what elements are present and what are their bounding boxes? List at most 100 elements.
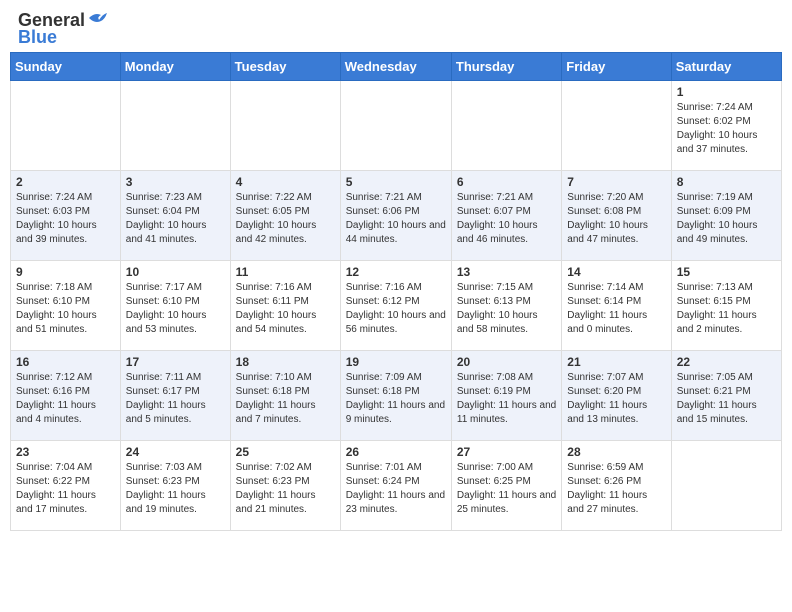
calendar-cell: 16 Sunrise: 7:12 AM Sunset: 6:16 PM Dayli…	[11, 351, 121, 441]
calendar-cell: 7Sunrise: 7:20 AM Sunset: 6:08 PM Daylig…	[562, 171, 671, 261]
day-info: Sunrise: 7:05 AM Sunset: 6:21 PM Dayligh…	[677, 371, 776, 427]
day-info: Sunrise: 7:24 AM Sunset: 6:02 PM Dayligh…	[677, 101, 776, 157]
logo: General Blue	[18, 10, 109, 48]
day-number: 5	[346, 175, 446, 189]
day-number: 22	[677, 355, 776, 369]
day-info: Sunrise: 7:12 AM Sunset: 6:16 PM Dayligh…	[16, 371, 115, 427]
calendar-cell: 13 Sunrise: 7:15 AM Sunset: 6:13 PM Dayli…	[451, 261, 561, 351]
day-number: 11	[236, 265, 335, 279]
day-number: 1	[677, 85, 776, 99]
day-info: Sunrise: 7:14 AM Sunset: 6:14 PM Dayligh…	[567, 281, 665, 337]
day-number: 15	[677, 265, 776, 279]
calendar-cell: 1 Sunrise: 7:24 AM Sunset: 6:02 PM Daylig…	[671, 81, 781, 171]
calendar-cell: 3Sunrise: 7:23 AM Sunset: 6:04 PM Daylig…	[120, 171, 230, 261]
calendar-week-row: 1 Sunrise: 7:24 AM Sunset: 6:02 PM Daylig…	[11, 81, 782, 171]
calendar-cell: 10 Sunrise: 7:17 AM Sunset: 6:10 PM Dayli…	[120, 261, 230, 351]
day-info: Sunrise: 7:21 AM Sunset: 6:07 PM Dayligh…	[457, 191, 556, 247]
day-number: 2	[16, 175, 115, 189]
calendar-cell: 15 Sunrise: 7:13 AM Sunset: 6:15 PM Dayli…	[671, 261, 781, 351]
calendar-cell	[11, 81, 121, 171]
day-info: Sunrise: 7:22 AM Sunset: 6:05 PM Dayligh…	[236, 191, 335, 247]
page-header: General Blue	[10, 10, 782, 48]
calendar-cell: 25 Sunrise: 7:02 AM Sunset: 6:23 PM Dayli…	[230, 441, 340, 531]
calendar-cell: 24 Sunrise: 7:03 AM Sunset: 6:23 PM Dayli…	[120, 441, 230, 531]
weekday-header-tuesday: Tuesday	[230, 53, 340, 81]
day-info: Sunrise: 7:16 AM Sunset: 6:12 PM Dayligh…	[346, 281, 446, 337]
day-info: Sunrise: 7:17 AM Sunset: 6:10 PM Dayligh…	[126, 281, 225, 337]
day-info: Sunrise: 7:21 AM Sunset: 6:06 PM Dayligh…	[346, 191, 446, 247]
calendar-cell: 19 Sunrise: 7:09 AM Sunset: 6:18 PM Dayli…	[340, 351, 451, 441]
calendar-cell: 28 Sunrise: 6:59 AM Sunset: 6:26 PM Dayli…	[562, 441, 671, 531]
day-info: Sunrise: 6:59 AM Sunset: 6:26 PM Dayligh…	[567, 461, 665, 517]
day-number: 19	[346, 355, 446, 369]
day-number: 12	[346, 265, 446, 279]
day-number: 17	[126, 355, 225, 369]
day-info: Sunrise: 7:07 AM Sunset: 6:20 PM Dayligh…	[567, 371, 665, 427]
day-number: 8	[677, 175, 776, 189]
weekday-header-saturday: Saturday	[671, 53, 781, 81]
day-number: 25	[236, 445, 335, 459]
weekday-header-monday: Monday	[120, 53, 230, 81]
calendar-week-row: 23 Sunrise: 7:04 AM Sunset: 6:22 PM Dayli…	[11, 441, 782, 531]
calendar-cell	[120, 81, 230, 171]
day-info: Sunrise: 7:09 AM Sunset: 6:18 PM Dayligh…	[346, 371, 446, 427]
day-number: 20	[457, 355, 556, 369]
day-number: 10	[126, 265, 225, 279]
day-info: Sunrise: 7:20 AM Sunset: 6:08 PM Dayligh…	[567, 191, 665, 247]
calendar-cell: 9Sunrise: 7:18 AM Sunset: 6:10 PM Daylig…	[11, 261, 121, 351]
day-number: 21	[567, 355, 665, 369]
day-info: Sunrise: 7:00 AM Sunset: 6:25 PM Dayligh…	[457, 461, 556, 517]
calendar-cell	[230, 81, 340, 171]
day-info: Sunrise: 7:19 AM Sunset: 6:09 PM Dayligh…	[677, 191, 776, 247]
calendar-cell: 2 Sunrise: 7:24 AM Sunset: 6:03 PM Daylig…	[11, 171, 121, 261]
calendar-cell: 18 Sunrise: 7:10 AM Sunset: 6:18 PM Dayli…	[230, 351, 340, 441]
day-info: Sunrise: 7:24 AM Sunset: 6:03 PM Dayligh…	[16, 191, 115, 247]
calendar-week-row: 2 Sunrise: 7:24 AM Sunset: 6:03 PM Daylig…	[11, 171, 782, 261]
calendar-cell: 6 Sunrise: 7:21 AM Sunset: 6:07 PM Daylig…	[451, 171, 561, 261]
calendar-cell: 4 Sunrise: 7:22 AM Sunset: 6:05 PM Daylig…	[230, 171, 340, 261]
day-info: Sunrise: 7:01 AM Sunset: 6:24 PM Dayligh…	[346, 461, 446, 517]
day-number: 16	[16, 355, 115, 369]
day-number: 23	[16, 445, 115, 459]
day-number: 24	[126, 445, 225, 459]
calendar-cell: 26 Sunrise: 7:01 AM Sunset: 6:24 PM Dayli…	[340, 441, 451, 531]
calendar-cell: 23 Sunrise: 7:04 AM Sunset: 6:22 PM Dayli…	[11, 441, 121, 531]
calendar-cell: 5 Sunrise: 7:21 AM Sunset: 6:06 PM Daylig…	[340, 171, 451, 261]
calendar-cell	[340, 81, 451, 171]
day-info: Sunrise: 7:04 AM Sunset: 6:22 PM Dayligh…	[16, 461, 115, 517]
weekday-header-thursday: Thursday	[451, 53, 561, 81]
calendar-cell: 20 Sunrise: 7:08 AM Sunset: 6:19 PM Dayli…	[451, 351, 561, 441]
day-number: 14	[567, 265, 665, 279]
logo-blue: Blue	[18, 27, 57, 48]
calendar-cell	[451, 81, 561, 171]
calendar-cell: 17 Sunrise: 7:11 AM Sunset: 6:17 PM Dayli…	[120, 351, 230, 441]
day-info: Sunrise: 7:03 AM Sunset: 6:23 PM Dayligh…	[126, 461, 225, 517]
calendar: SundayMondayTuesdayWednesdayThursdayFrid…	[10, 52, 782, 531]
calendar-cell: 21 Sunrise: 7:07 AM Sunset: 6:20 PM Dayli…	[562, 351, 671, 441]
calendar-cell: 11 Sunrise: 7:16 AM Sunset: 6:11 PM Dayli…	[230, 261, 340, 351]
calendar-cell: 22 Sunrise: 7:05 AM Sunset: 6:21 PM Dayli…	[671, 351, 781, 441]
calendar-cell	[671, 441, 781, 531]
day-number: 4	[236, 175, 335, 189]
day-info: Sunrise: 7:18 AM Sunset: 6:10 PM Dayligh…	[16, 281, 115, 337]
day-info: Sunrise: 7:16 AM Sunset: 6:11 PM Dayligh…	[236, 281, 335, 337]
day-info: Sunrise: 7:13 AM Sunset: 6:15 PM Dayligh…	[677, 281, 776, 337]
day-number: 26	[346, 445, 446, 459]
calendar-cell: 14 Sunrise: 7:14 AM Sunset: 6:14 PM Dayli…	[562, 261, 671, 351]
day-info: Sunrise: 7:08 AM Sunset: 6:19 PM Dayligh…	[457, 371, 556, 427]
day-number: 6	[457, 175, 556, 189]
day-info: Sunrise: 7:11 AM Sunset: 6:17 PM Dayligh…	[126, 371, 225, 427]
day-info: Sunrise: 7:10 AM Sunset: 6:18 PM Dayligh…	[236, 371, 335, 427]
calendar-week-row: 9Sunrise: 7:18 AM Sunset: 6:10 PM Daylig…	[11, 261, 782, 351]
calendar-header-row: SundayMondayTuesdayWednesdayThursdayFrid…	[11, 53, 782, 81]
calendar-cell: 12 Sunrise: 7:16 AM Sunset: 6:12 PM Dayli…	[340, 261, 451, 351]
day-number: 28	[567, 445, 665, 459]
day-number: 27	[457, 445, 556, 459]
day-info: Sunrise: 7:02 AM Sunset: 6:23 PM Dayligh…	[236, 461, 335, 517]
day-number: 18	[236, 355, 335, 369]
calendar-week-row: 16 Sunrise: 7:12 AM Sunset: 6:16 PM Dayli…	[11, 351, 782, 441]
logo-bird-icon	[87, 10, 109, 28]
day-info: Sunrise: 7:15 AM Sunset: 6:13 PM Dayligh…	[457, 281, 556, 337]
day-info: Sunrise: 7:23 AM Sunset: 6:04 PM Dayligh…	[126, 191, 225, 247]
day-number: 13	[457, 265, 556, 279]
